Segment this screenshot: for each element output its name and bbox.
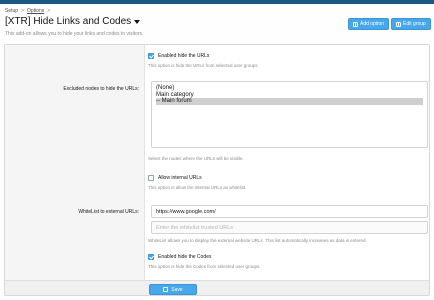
add-option-button[interactable]: Add option: [348, 18, 389, 30]
page-title: [XTR] Hide Links and Codes: [5, 16, 132, 27]
add-option-label: Add option: [360, 21, 384, 27]
form-footer: Save: [5, 280, 429, 295]
hide-urls-checkbox[interactable]: [148, 53, 154, 59]
internal-urls-hint: This option is allow the internal URLs a…: [148, 185, 247, 190]
internal-urls-option[interactable]: Allow internal URLs: [148, 175, 202, 181]
hide-codes-option[interactable]: Enabled hide the Codes: [148, 254, 211, 260]
breadcrumb-options[interactable]: Options: [27, 8, 44, 14]
whitelist-label: WhiteList to external URLs:: [78, 209, 139, 215]
chevron-down-icon[interactable]: [134, 20, 141, 24]
save-icon: [163, 287, 169, 292]
save-button[interactable]: Save: [149, 284, 197, 295]
edit-group-label: Edit group: [403, 21, 426, 27]
edit-icon: [396, 21, 401, 27]
label-column: [5, 45, 145, 283]
breadcrumb: Setup > Options >: [5, 8, 50, 14]
whitelist-url-input[interactable]: https://www.google.com/: [151, 205, 428, 218]
edit-group-button[interactable]: Edit group: [391, 18, 431, 30]
whitelist-hint: WhiteList allows you to display the exte…: [148, 238, 367, 243]
hide-codes-hint: This option is hide the Codes from selec…: [148, 264, 261, 269]
hide-urls-hint: This option is hide the URLs from select…: [148, 63, 259, 68]
hide-urls-option[interactable]: Enabled hide the URLs: [148, 53, 209, 59]
page-title-row: [XTR] Hide Links and Codes: [5, 16, 141, 27]
options-panel: Enabled hide the URLs This option is hid…: [4, 44, 430, 296]
excluded-nodes-select[interactable]: (None) Main category -- Main forum: [151, 81, 428, 148]
hide-codes-checkbox[interactable]: [148, 254, 154, 260]
internal-urls-label: Allow internal URLs: [158, 175, 202, 181]
top-bar: [0, 0, 434, 4]
internal-urls-checkbox[interactable]: [148, 175, 154, 181]
breadcrumb-setup[interactable]: Setup: [5, 8, 18, 14]
excluded-nodes-hint: Select the nodes where the URLs will be …: [148, 156, 244, 161]
node-option-main-forum[interactable]: -- Main forum: [156, 98, 423, 105]
breadcrumb-separator: >: [21, 8, 24, 14]
save-label: Save: [171, 286, 183, 293]
hide-codes-label: Enabled hide the Codes: [158, 254, 212, 260]
add-icon: [353, 21, 358, 27]
breadcrumb-separator: >: [47, 8, 51, 14]
whitelist-new-url-input[interactable]: Enter the whitelist trusted URLs: [151, 221, 428, 234]
excluded-nodes-label: Excluded nodes to hide the URLs:: [63, 86, 139, 92]
page-description: This add-on allows you to hide your link…: [5, 31, 144, 37]
hide-urls-label: Enabled hide the URLs: [158, 53, 210, 59]
